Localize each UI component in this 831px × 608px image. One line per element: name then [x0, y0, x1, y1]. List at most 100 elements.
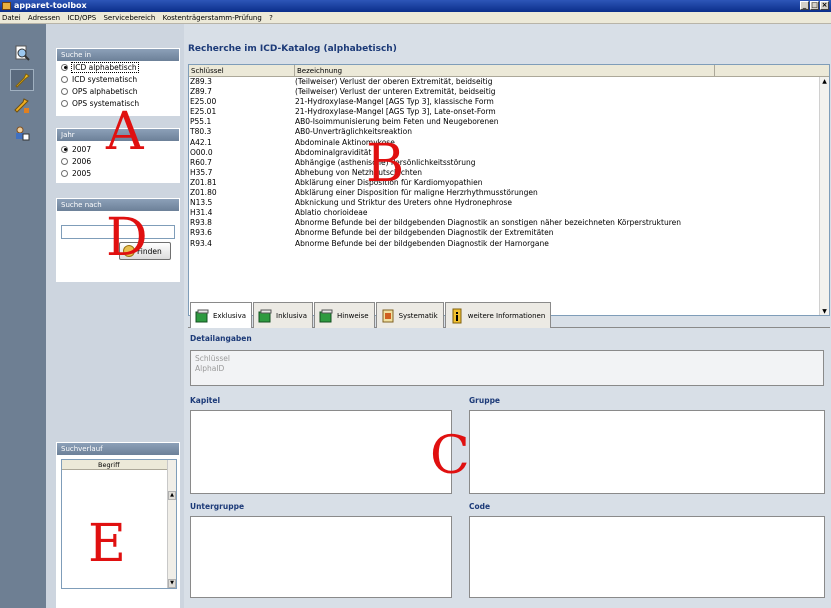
col-schluessel[interactable]: Schlüssel [189, 65, 295, 76]
row-description: Abdominale Aktinomykose [295, 137, 395, 147]
radio-ops-systematisch[interactable]: OPS systematisch [57, 97, 179, 109]
detail-alphaid-label: AlphaID [195, 364, 225, 373]
history-column-header[interactable]: Begriff [62, 460, 167, 470]
close-button[interactable]: × [820, 1, 829, 10]
menu-kostentraeger[interactable]: Kostenträgerstamm-Prüfung [163, 14, 262, 22]
tab-label: Exklusiva [213, 311, 247, 320]
row-description: AB0-Unverträglichkeitsreaktion [295, 127, 413, 137]
radio-dot[interactable] [61, 87, 68, 95]
scroll-down-icon[interactable]: ▼ [820, 307, 829, 315]
table-row[interactable]: R93.6 Abnorme Befunde bei der bildgebende… [189, 228, 829, 238]
row-key: Z01.81 [190, 177, 217, 187]
row-key: H31.4 [190, 208, 213, 218]
radio-dot[interactable] [61, 145, 68, 153]
table-row[interactable]: R60.7 Abhängige (asthenische) Persönlichk… [189, 158, 829, 168]
table-row[interactable]: Z01.81 Abklärung einer Disposition für Ka… [189, 178, 829, 188]
find-button[interactable]: Finden [119, 242, 171, 260]
untergruppe-box [190, 516, 452, 598]
detail-title: Detailangaben [190, 334, 252, 343]
menu-help[interactable]: ? [269, 14, 273, 22]
history-scrollbar[interactable]: ▲ ▼ [167, 460, 176, 588]
untergruppe-title: Untergruppe [190, 502, 245, 511]
menu-datei[interactable]: Datei [2, 14, 21, 22]
radio-dot[interactable] [61, 99, 68, 107]
table-row[interactable]: E25.00 21-Hydroxylase-Mangel [AGS Typ 3],… [189, 97, 829, 107]
menu-servicebereich[interactable]: Servicebereich [103, 14, 155, 22]
table-row[interactable]: E25.01 21-Hydroxylase-Mangel [AGS Typ 3],… [189, 107, 829, 117]
tab-inklusiva[interactable]: Inklusiva [253, 302, 313, 328]
menu-icd-ops[interactable]: ICD/OPS [67, 14, 96, 22]
table-row[interactable]: H31.4 Ablatio chorioideae [189, 208, 829, 218]
row-key: P55.1 [190, 117, 212, 127]
row-description: Abnorme Befunde bei der bildgebenden Dia… [295, 218, 682, 228]
radio-icd-systematisch[interactable]: ICD systematisch [57, 73, 179, 85]
tab-label: Hinweise [337, 311, 369, 320]
results-title: Recherche im ICD-Katalog (alphabetisch) [188, 44, 397, 54]
table-row[interactable]: P55.1 AB0-Isoimmunisierung beim Feten und… [189, 117, 829, 127]
scroll-up-icon[interactable]: ▲ [168, 491, 176, 500]
tab-label: Inklusiva [276, 311, 307, 320]
row-key: Z01.80 [190, 188, 217, 198]
radio-dot[interactable] [61, 75, 68, 83]
row-key: H35.7 [190, 167, 213, 177]
menu-adressen[interactable]: Adressen [28, 14, 60, 22]
tab-hinweise[interactable]: Hinweise [314, 302, 375, 328]
search-by-panel: Suche nach Finden [56, 198, 180, 282]
minimize-button[interactable]: _ [800, 1, 809, 10]
table-row[interactable]: T80.3 AB0-Unverträglichkeitsreaktion [189, 127, 829, 137]
table-row[interactable]: Z89.3 (Teilweiser) Verlust der oberen Ext… [189, 77, 829, 87]
code-title: Code [469, 502, 491, 511]
radio-year-2007[interactable]: 2007 [57, 143, 179, 155]
window-controls: _ □ × [800, 1, 829, 10]
results-table[interactable]: Schlüssel Bezeichnung Z89.3 (Teilweiser) … [188, 64, 830, 316]
results-scrollbar[interactable]: ▲ ▼ [819, 77, 829, 315]
col-bezeichnung[interactable]: Bezeichnung [295, 65, 715, 76]
table-row[interactable]: H35.7 Abhebung von Netzhautschichten [189, 168, 829, 178]
tool-sidebar [0, 24, 46, 608]
document-icon [382, 309, 394, 322]
radio-dot[interactable] [61, 157, 68, 165]
scroll-down-icon[interactable]: ▼ [168, 579, 176, 588]
maximize-button[interactable]: □ [810, 1, 819, 10]
radio-dot[interactable] [61, 169, 68, 177]
wrench-tool-icon[interactable] [10, 69, 34, 91]
kapitel-box [190, 410, 452, 494]
app-icon [2, 2, 11, 10]
search-input[interactable] [61, 225, 175, 239]
radio-icd-alphabetisch[interactable]: ICD alphabetisch [57, 61, 179, 73]
radio-dot[interactable] [61, 63, 68, 71]
table-row[interactable]: Z01.80 Abklärung einer Disposition für ma… [189, 188, 829, 198]
radio-year-2005[interactable]: 2005 [57, 167, 179, 179]
radio-label: ICD systematisch [72, 74, 138, 84]
row-key: R93.6 [190, 228, 212, 238]
find-icon [123, 245, 135, 257]
scroll-up-icon[interactable]: ▲ [820, 77, 829, 87]
tab-label: Systematik [398, 311, 438, 320]
row-description: 21-Hydroxylase-Mangel [AGS Typ 3], Late-… [295, 107, 496, 117]
row-key: R93.4 [190, 238, 212, 248]
table-row[interactable]: R93.8 Abnorme Befunde bei der bildgebende… [189, 218, 829, 228]
history-list[interactable]: Begriff ▲ ▼ [61, 459, 177, 589]
tab-systematik[interactable]: Systematik [375, 302, 444, 328]
user-admin-icon[interactable] [10, 122, 34, 144]
table-row[interactable]: Z89.7 (Teilweiser) Verlust der unteren Ex… [189, 87, 829, 97]
search-tool-icon[interactable] [10, 42, 34, 64]
row-key: T80.3 [190, 127, 212, 137]
row-key: R93.8 [190, 218, 212, 228]
row-description: Abnorme Befunde bei der bildgebenden Dia… [295, 228, 554, 238]
radio-ops-alphabetisch[interactable]: OPS alphabetisch [57, 85, 179, 97]
row-description: Abhängige (asthenische) Persönlichkeitss… [295, 157, 476, 167]
table-row[interactable]: A42.1 Abdominale Aktinomykose [189, 138, 829, 148]
table-row[interactable]: O00.0 Abdominalgravidität [189, 148, 829, 158]
radio-year-2006[interactable]: 2006 [57, 155, 179, 167]
row-description: (Teilweiser) Verlust der oberen Extremit… [295, 77, 493, 86]
row-description: (Teilweiser) Verlust der unteren Extremi… [295, 87, 496, 97]
table-row[interactable]: N13.5 Abknickung und Striktur des Ureters… [189, 198, 829, 208]
table-row[interactable]: R93.4 Abnorme Befunde bei der bildgebende… [189, 239, 829, 249]
wrench-settings-icon[interactable] [10, 95, 34, 117]
tab-exklusiva[interactable]: Exklusiva [190, 302, 253, 328]
tab-weitere-informationen[interactable]: weitere Informationen [444, 302, 552, 328]
radio-label: 2007 [72, 144, 92, 154]
history-title: Suchverlauf [57, 443, 179, 455]
find-button-label: Finden [137, 246, 162, 256]
